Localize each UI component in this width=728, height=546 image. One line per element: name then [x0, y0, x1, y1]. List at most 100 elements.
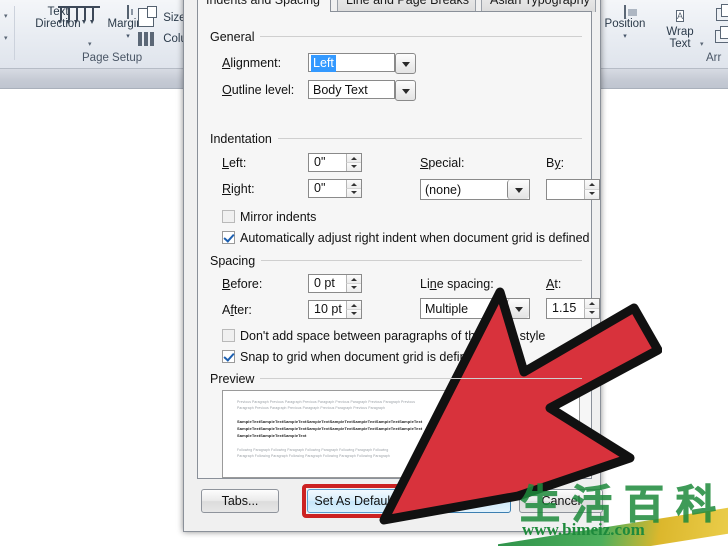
indent-right-value: 0": [314, 181, 326, 195]
chevron-down-icon-alignment[interactable]: [395, 53, 416, 74]
collapsed-caret-icon-2[interactable]: ▾: [4, 34, 8, 42]
checkbox-label: Mirror indents: [240, 210, 317, 224]
line-spacing-combo[interactable]: Multiple: [420, 298, 530, 319]
paragraph-dialog: Indents and Spacing Line and Page Breaks…: [183, 0, 603, 532]
margins-icon: [127, 5, 129, 19]
stepper-up-icon[interactable]: [346, 154, 361, 163]
preview-sample-line: SampleTextSampleTextSampleTextSampleText…: [237, 419, 423, 424]
by-label: By:: [546, 156, 565, 170]
button-label: Cancel: [541, 494, 581, 508]
special-label: Special:: [420, 156, 465, 170]
spacing-before-stepper[interactable]: 0 pt: [308, 274, 362, 293]
spacing-after-stepper[interactable]: 10 pt: [308, 300, 362, 319]
spacing-after-label: After:: [222, 303, 252, 317]
checkbox-label: Don't add space between paragraphs of th…: [240, 329, 546, 343]
checkbox-box: [222, 350, 235, 363]
at-value: 1.15: [552, 301, 577, 315]
alignment-label: Alignment:: [222, 56, 282, 70]
chevron-down-icon-position[interactable]: ▾: [596, 31, 654, 43]
group-rule: [210, 36, 582, 37]
cancel-button[interactable]: Cancel: [519, 489, 603, 513]
page-size-icon: [138, 6, 157, 27]
group-preview: Preview: [210, 370, 582, 386]
preview-box: Previous Paragraph Previous Paragraph Pr…: [222, 390, 580, 478]
collapsed-caret-icon-1[interactable]: ▾: [4, 12, 8, 20]
tab-indents-and-spacing[interactable]: Indents and Spacing: [197, 0, 331, 12]
wrap-text-icon: A: [675, 10, 684, 22]
mirror-indents-checkbox[interactable]: Mirror indents: [222, 210, 316, 224]
alignment-combo[interactable]: Left: [308, 53, 416, 74]
spacing-before-label: Before:: [222, 277, 263, 291]
ribbon-group-title-arrange: Arr: [706, 52, 722, 64]
spacing-after-value: 10 pt: [314, 302, 342, 316]
ribbon-button-wrap-text[interactable]: A Wrap Text: [658, 6, 702, 50]
spacing-before-value: 0 pt: [314, 276, 335, 290]
group-heading: Spacing: [210, 254, 262, 268]
ribbon-button-size[interactable]: Size: [138, 6, 186, 27]
special-combo[interactable]: (none): [420, 179, 530, 200]
columns-icon: [138, 32, 154, 46]
group-indentation: Indentation: [210, 130, 582, 146]
ribbon-group-title-page-setup: Page Setup: [82, 52, 143, 64]
preview-following-line: Paragraph Following Paragraph Following …: [237, 453, 390, 458]
group-heading: Indentation: [210, 132, 278, 146]
tabs-button[interactable]: Tabs...: [201, 489, 279, 513]
group-rule: [210, 378, 582, 379]
indent-right-label: Right:: [222, 182, 255, 196]
checkbox-label: Snap to grid when document grid is defin…: [240, 350, 481, 364]
indent-left-stepper[interactable]: 0": [308, 153, 362, 172]
checkbox-box: [222, 231, 235, 244]
at-stepper[interactable]: 1.15: [546, 298, 600, 319]
ok-button[interactable]: OK: [427, 489, 511, 513]
snap-to-grid-checkbox[interactable]: Snap to grid when document grid is defin…: [222, 350, 480, 364]
button-label: Tabs...: [221, 494, 259, 508]
ribbon-button-label2: Text: [669, 38, 691, 50]
stepper-up-icon[interactable]: [584, 180, 599, 190]
chevron-down-icon-outline-level[interactable]: [395, 80, 416, 101]
button-label: Set As Default: [314, 494, 394, 508]
stepper-down-icon[interactable]: [584, 308, 599, 318]
group-rule: [210, 260, 582, 261]
indent-right-stepper[interactable]: 0": [308, 179, 362, 198]
stepper-up-icon[interactable]: [346, 275, 361, 284]
checkbox-label: Automatically adjust right indent when d…: [240, 231, 590, 245]
stepper-down-icon[interactable]: [346, 283, 361, 292]
special-value: (none): [425, 183, 462, 197]
position-icon: [624, 5, 626, 19]
chevron-down-icon-wrap-text[interactable]: ▾: [700, 40, 704, 48]
stepper-down-icon[interactable]: [346, 188, 361, 197]
group-heading: General: [210, 30, 261, 44]
ribbon-button-position[interactable]: Position ▾: [596, 5, 654, 43]
indent-left-label: Left:: [222, 156, 247, 170]
ribbon-button-text-direction[interactable]: Text Direction: [22, 6, 100, 30]
by-stepper[interactable]: [546, 179, 600, 200]
chevron-down-icon-text-direction[interactable]: ▾: [88, 40, 92, 48]
line-spacing-label: Line spacing:: [420, 277, 494, 291]
group-heading: Preview: [210, 372, 261, 386]
ribbon-divider: [14, 6, 15, 60]
tab-label: Asian Typography: [490, 0, 590, 7]
tab-label: Line and Page Breaks: [346, 0, 470, 7]
stepper-down-icon[interactable]: [584, 189, 599, 199]
stepper-up-icon[interactable]: [346, 180, 361, 189]
outline-level-value: Body Text: [313, 83, 368, 97]
set-as-default-button[interactable]: Set As Default: [307, 489, 401, 513]
preview-sample-line: SampleTextSampleTextSampleText: [237, 433, 307, 439]
outline-level-label: Outline level:: [222, 83, 295, 97]
auto-adjust-right-indent-checkbox[interactable]: Automatically adjust right indent when d…: [222, 231, 590, 245]
stepper-down-icon[interactable]: [346, 309, 361, 318]
stepper-up-icon[interactable]: [584, 299, 599, 309]
line-spacing-value: Multiple: [425, 302, 469, 316]
ribbon-button-label: Position: [604, 18, 646, 30]
stepper-up-icon[interactable]: [346, 301, 361, 310]
alignment-value: Left: [311, 55, 336, 72]
dont-add-space-checkbox[interactable]: Don't add space between paragraphs of th…: [222, 329, 545, 343]
at-label: At:: [546, 277, 562, 291]
outline-level-combo[interactable]: Body Text: [308, 80, 416, 101]
chevron-down-icon-line-spacing[interactable]: [507, 299, 529, 318]
indent-left-value: 0": [314, 155, 326, 169]
button-label: OK: [459, 494, 479, 508]
group-spacing: Spacing: [210, 252, 582, 268]
stepper-down-icon[interactable]: [346, 162, 361, 171]
chevron-down-icon-special[interactable]: [507, 180, 529, 199]
